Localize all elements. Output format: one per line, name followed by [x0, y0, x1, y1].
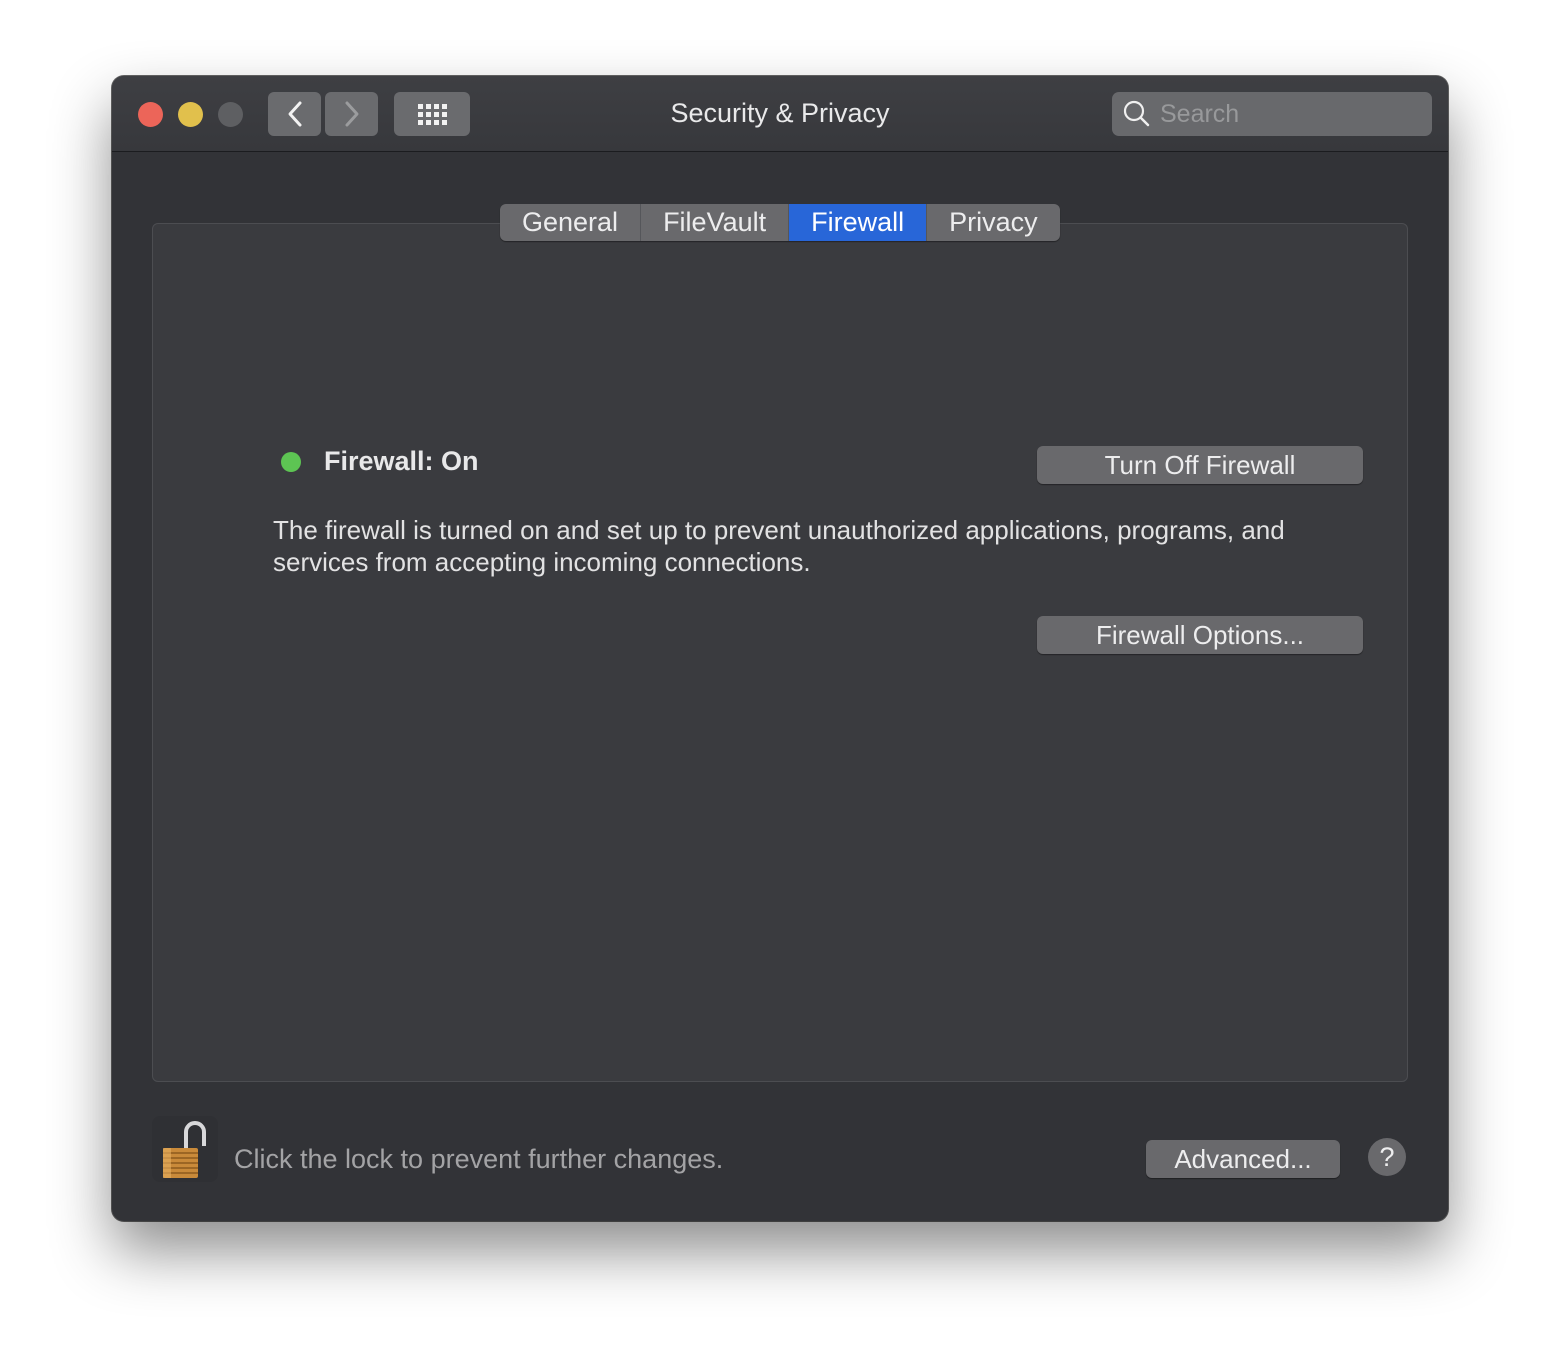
- status-indicator-icon: [281, 451, 301, 472]
- lock-hint-text: Click the lock to prevent further change…: [234, 1144, 724, 1174]
- title-bar: Security & Privacy: [112, 76, 1448, 152]
- turn-off-firewall-button[interactable]: Turn Off Firewall: [1037, 446, 1363, 484]
- tab-privacy[interactable]: Privacy: [927, 204, 1060, 241]
- help-button[interactable]: ?: [1368, 1138, 1406, 1176]
- tab-firewall[interactable]: Firewall: [789, 204, 928, 241]
- advanced-button[interactable]: Advanced...: [1146, 1140, 1340, 1178]
- firewall-description: The firewall is turned on and set up to …: [273, 515, 1285, 577]
- tab-bar: General FileVault Firewall Privacy: [500, 204, 1060, 241]
- tab-content-panel: Firewall: On Turn Off Firewall The firew…: [152, 223, 1408, 1082]
- security-privacy-window: Security & Privacy Firewall: On Turn Off…: [112, 76, 1448, 1221]
- tab-general[interactable]: General: [500, 204, 642, 241]
- firewall-options-button[interactable]: Firewall Options...: [1037, 616, 1363, 654]
- search-input[interactable]: [1158, 98, 1422, 130]
- unlocked-padlock-icon[interactable]: [152, 1116, 218, 1182]
- firewall-status: Firewall: On: [281, 446, 479, 477]
- search-icon: [1123, 100, 1150, 127]
- search-field[interactable]: [1112, 92, 1432, 136]
- firewall-status-label: Firewall: On: [324, 446, 479, 476]
- tab-filevault[interactable]: FileVault: [641, 204, 790, 241]
